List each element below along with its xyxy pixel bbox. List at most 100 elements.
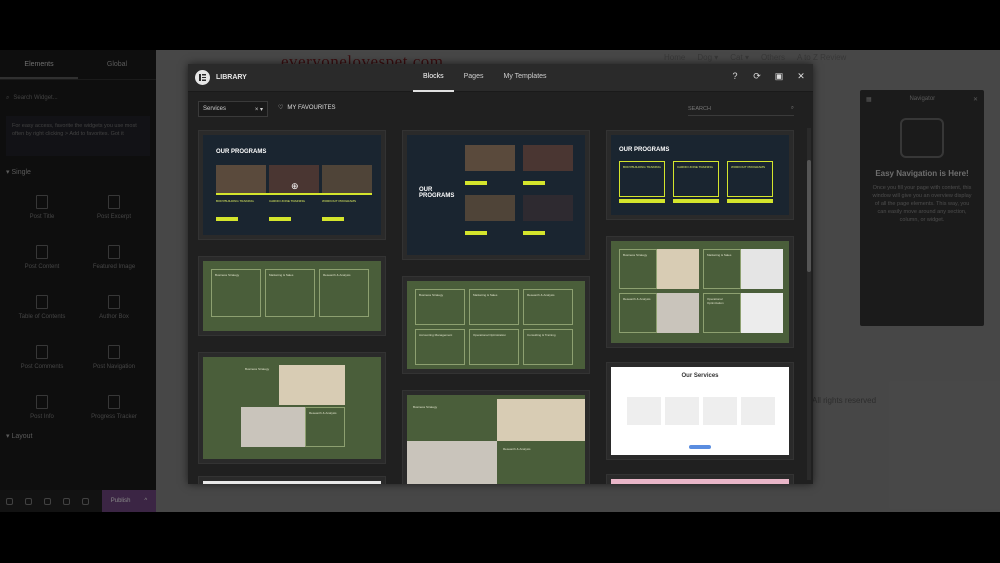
thumb-item: Business Strategy	[215, 273, 240, 277]
thumb-item: Consulting & Training	[527, 333, 556, 337]
zoom-icon[interactable]: ⊕	[291, 181, 299, 192]
thumb-title: Our Services	[681, 373, 719, 379]
favourites-label: MY FAVOURITES	[287, 104, 336, 111]
thumb-photo	[741, 249, 783, 289]
help-icon[interactable]: ?	[729, 69, 741, 83]
close-icon[interactable]: ✕	[795, 69, 807, 83]
library-toolbar: Services × ▾ ♡ MY FAVOURITES SEARCH ⌕	[188, 92, 813, 126]
thumb-item: Marketing & Sales	[707, 253, 732, 257]
library-label: LIBRARY	[216, 74, 247, 81]
screen: Elements Global ⌕ Search Widget... For e…	[0, 0, 1000, 563]
block-thumb: OUR PROGRAMS BODYBUILDING TRAINING CARDI…	[203, 135, 381, 235]
thumb-box: Marketing & Sales	[265, 269, 315, 317]
thumb-button	[523, 181, 545, 185]
thumb-photo	[216, 165, 266, 193]
thumb-button	[216, 217, 238, 221]
thumb-button	[619, 199, 665, 203]
thumb-box: Operational Optimization	[469, 329, 519, 365]
block-card[interactable]: Business Strategy Marketing & Sales Rese…	[402, 276, 590, 374]
thumb-box: Research & Analysis	[523, 289, 573, 325]
block-card[interactable]	[606, 474, 794, 484]
tab-blocks[interactable]: Blocks	[413, 64, 454, 92]
library-search[interactable]: SEARCH ⌕	[688, 102, 794, 116]
thumb-title: OUR PROGRAMS	[419, 187, 455, 199]
block-card[interactable]: Business Strategy Marketing & Sales Rese…	[606, 236, 794, 348]
thumb-item: Research & Analysis	[503, 447, 531, 451]
block-card[interactable]: Business Strategy Marketing & Sales Rese…	[198, 256, 386, 336]
block-thumb: Our Services	[611, 367, 789, 455]
library-header: LIBRARY Blocks Pages My Templates ? ⟳ ▣ …	[188, 64, 813, 92]
block-thumb: OUR PROGRAMS BODYBUILDING TRAINING CARDI…	[611, 135, 789, 215]
scroll-thumb[interactable]	[807, 160, 811, 272]
thumb-photo	[703, 397, 737, 425]
thumb-item: Business Strategy	[623, 253, 648, 257]
thumb-photo	[279, 365, 345, 405]
library-brand: LIBRARY	[195, 70, 247, 85]
thumb-item: Marketing & Sales	[473, 293, 498, 297]
block-card[interactable]	[198, 476, 386, 484]
block-thumb: Business Strategy Marketing & Sales Rese…	[611, 241, 789, 343]
thumb-item: WORKOUT PROGRAMS	[731, 165, 765, 169]
thumb-button	[465, 181, 487, 185]
thumb-box: Accounting Management	[415, 329, 465, 365]
thumb-photo	[657, 249, 699, 289]
thumb-photo	[241, 407, 305, 447]
thumb-photo	[523, 145, 573, 171]
sync-icon[interactable]: ⟳	[751, 69, 763, 83]
block-card[interactable]: OUR PROGRAMS BODYBUILDING TRAINING CARDI…	[198, 130, 386, 240]
block-thumb	[611, 479, 789, 484]
thumb-photo	[465, 195, 515, 221]
thumb-button	[673, 199, 719, 203]
thumb-item: Accounting Management	[419, 333, 453, 337]
thumb-item: Business Strategy	[419, 293, 444, 297]
thumb-item: Business Strategy	[245, 367, 270, 371]
thumb-button	[269, 217, 291, 221]
elementor-logo-icon	[195, 70, 210, 85]
thumb-box: BODYBUILDING TRAINING	[619, 161, 665, 197]
block-thumb: Business Strategy Marketing & Sales Rese…	[407, 281, 585, 369]
thumb-photo	[665, 397, 699, 425]
block-card[interactable]: Business Strategy Research & Analysis	[402, 390, 590, 484]
thumb-item: Business Strategy	[413, 405, 438, 409]
thumb-item: Marketing & Sales	[269, 273, 294, 277]
thumb-title: OUR PROGRAMS	[216, 149, 267, 155]
category-value: Services	[203, 106, 227, 112]
library-search-input[interactable]: SEARCH	[688, 106, 711, 112]
thumb-box: Business Strategy	[415, 289, 465, 325]
thumb-photo	[407, 441, 497, 484]
thumb-button	[523, 231, 545, 235]
thumb-button	[465, 231, 487, 235]
block-card[interactable]: Our Services	[606, 362, 794, 460]
save-icon[interactable]: ▣	[773, 69, 785, 83]
block-thumb	[203, 481, 381, 484]
block-card[interactable]: OUR PROGRAMS	[402, 130, 590, 260]
my-favourites-filter[interactable]: ♡ MY FAVOURITES	[278, 104, 336, 112]
thumb-box: Consulting & Training	[523, 329, 573, 365]
thumb-item: BODYBUILDING TRAINING	[216, 199, 254, 203]
block-card[interactable]: OUR PROGRAMS BODYBUILDING TRAINING CARDI…	[606, 130, 794, 220]
thumb-item: BODYBUILDING TRAINING	[623, 165, 661, 169]
thumb-photo	[741, 397, 775, 425]
thumb-box: CARDIO ZONE TRAINING	[673, 161, 719, 197]
chevron-down-icon: × ▾	[254, 106, 263, 113]
thumb-button	[322, 217, 344, 221]
block-grid: OUR PROGRAMS BODYBUILDING TRAINING CARDI…	[198, 128, 802, 484]
library-header-actions: ? ⟳ ▣ ✕	[729, 69, 807, 83]
thumb-item: Operational Optimization	[473, 333, 507, 337]
tab-pages[interactable]: Pages	[454, 64, 494, 92]
block-card[interactable]: Business Strategy Research & Analysis	[198, 352, 386, 464]
thumb-item: CARDIO ZONE TRAINING	[269, 199, 305, 203]
thumb-item: WORKOUT PROGRAMS	[322, 199, 356, 203]
thumb-item: Research & Analysis	[623, 297, 651, 301]
thumb-photo	[322, 165, 372, 193]
thumb-box: Operational Optimization	[703, 293, 741, 333]
thumb-box: Research & Analysis	[619, 293, 657, 333]
thumb-box: Marketing & Sales	[703, 249, 741, 289]
thumb-box: Business Strategy	[619, 249, 657, 289]
thumb-title: OUR PROGRAMS	[619, 147, 670, 153]
thumb-box: Research & Analysis	[305, 407, 345, 447]
thumb-item: Research & Analysis	[323, 273, 351, 277]
tab-my-templates[interactable]: My Templates	[493, 64, 556, 92]
thumb-button	[689, 445, 711, 449]
category-select[interactable]: Services × ▾	[198, 101, 268, 117]
